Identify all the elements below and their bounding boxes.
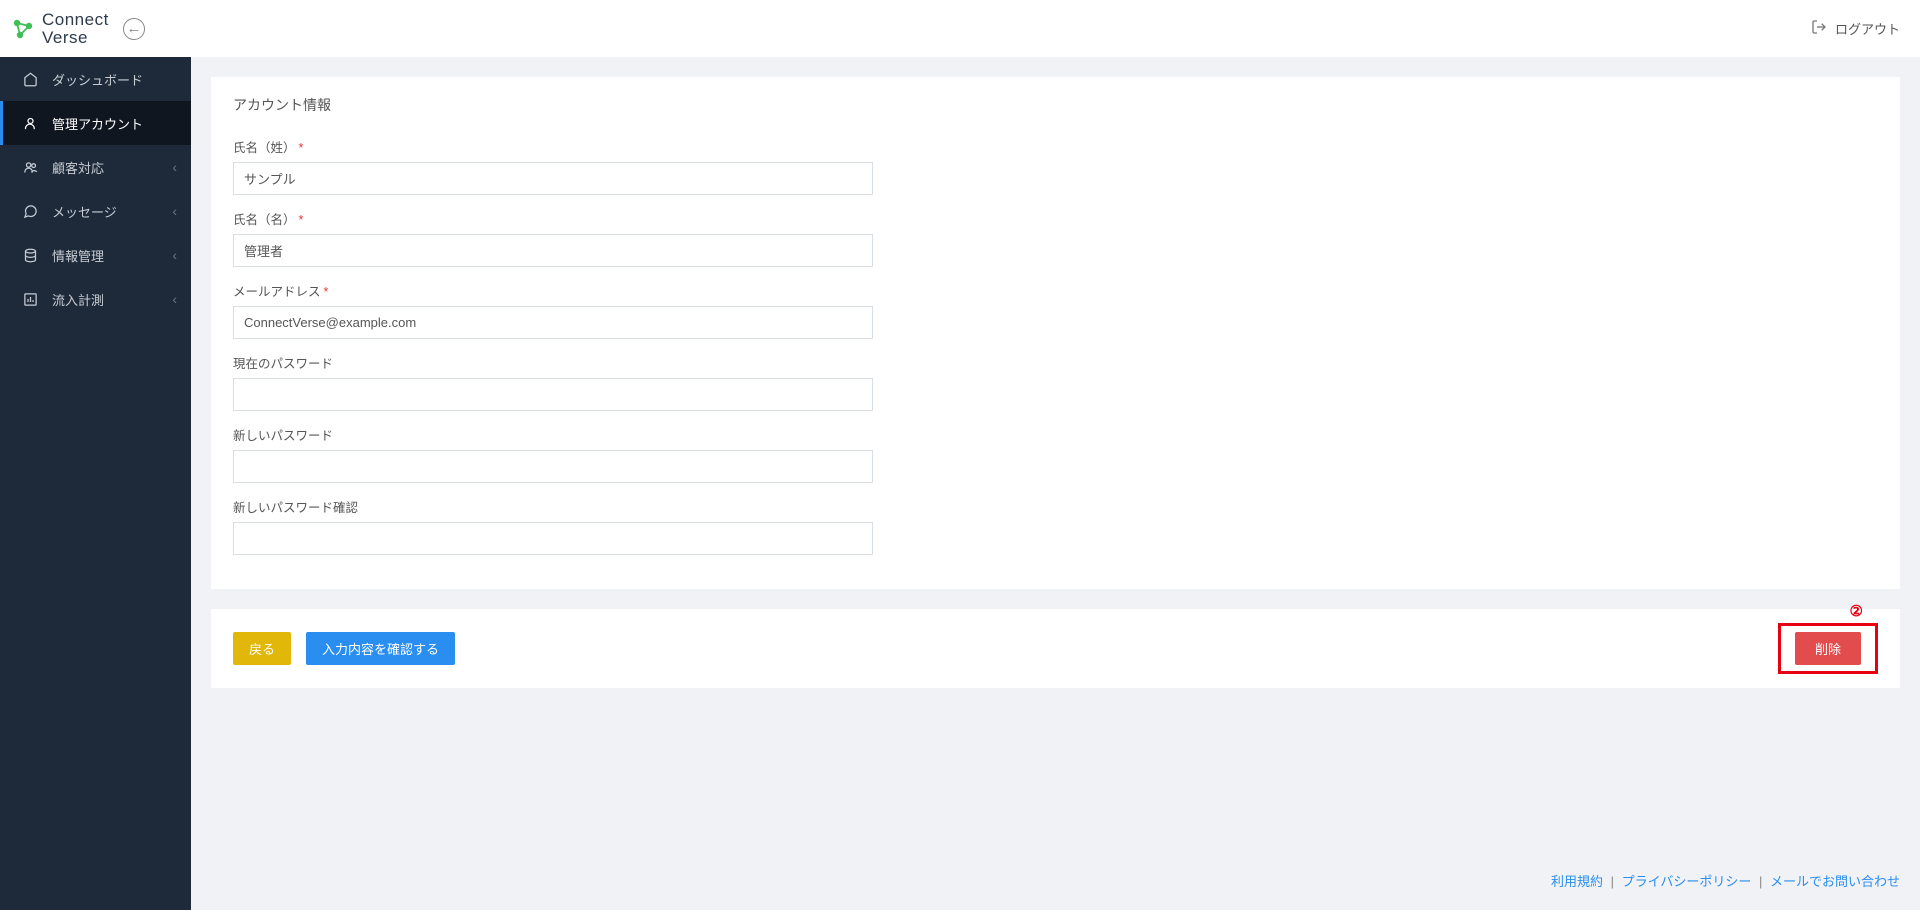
logout-label: ログアウト <box>1835 19 1900 38</box>
field-label: メールアドレス* <box>233 281 1878 300</box>
last-name-input[interactable] <box>233 162 873 195</box>
field-label: 氏名（姓）* <box>233 137 1878 156</box>
annotation-number: ② <box>1850 602 1863 620</box>
chevron-left-icon: ‹ <box>172 159 177 175</box>
footer-contact-link[interactable]: メールでお問い合わせ <box>1770 874 1900 889</box>
chat-icon <box>22 204 38 219</box>
logo-icon <box>10 16 36 42</box>
database-icon <box>22 248 38 263</box>
field-label: 新しいパスワード <box>233 425 1878 444</box>
logo[interactable]: Connect Verse <box>10 11 109 47</box>
back-button[interactable]: 戻る <box>233 632 291 665</box>
field-last-name: 氏名（姓）* <box>233 137 1878 195</box>
email-input[interactable] <box>233 306 873 339</box>
first-name-input[interactable] <box>233 234 873 267</box>
sidebar-item-label: 顧客対応 <box>52 158 172 177</box>
footer: 利用規約 | プライバシーポリシー | メールでお問い合わせ <box>211 861 1900 910</box>
sidebar-item-label: 流入計測 <box>52 290 172 309</box>
delete-button[interactable]: 削除 <box>1795 632 1861 665</box>
chevron-left-icon: ‹ <box>172 203 177 219</box>
sidebar-item-admin-account[interactable]: 管理アカウント <box>0 101 191 145</box>
sidebar-item-label: 管理アカウント <box>52 114 177 133</box>
field-new-password-confirm: 新しいパスワード確認 <box>233 497 1878 555</box>
chevron-left-icon: ‹ <box>172 291 177 307</box>
user-icon <box>22 116 38 131</box>
annotation-highlight: ② 削除 <box>1778 623 1878 674</box>
field-label: 新しいパスワード確認 <box>233 497 1878 516</box>
sidebar: ダッシュボード 管理アカウント 顧客対応 ‹ メッセージ ‹ 情 <box>0 57 191 910</box>
account-info-card: アカウント情報 氏名（姓）* 氏名（名）* メールアドレス* <box>211 77 1900 589</box>
field-new-password: 新しいパスワード <box>233 425 1878 483</box>
new-password-input[interactable] <box>233 450 873 483</box>
field-current-password: 現在のパスワード <box>233 353 1878 411</box>
sidebar-item-dashboard[interactable]: ダッシュボード <box>0 57 191 101</box>
sidebar-item-info[interactable]: 情報管理 ‹ <box>0 233 191 277</box>
field-email: メールアドレス* <box>233 281 1878 339</box>
chevron-left-icon: ‹ <box>172 247 177 263</box>
new-password-confirm-input[interactable] <box>233 522 873 555</box>
action-bar: 戻る 入力内容を確認する ② 削除 <box>211 609 1900 688</box>
back-button[interactable]: ← <box>123 18 145 40</box>
field-label: 氏名（名）* <box>233 209 1878 228</box>
logout-icon <box>1811 19 1827 38</box>
sidebar-item-label: ダッシュボード <box>52 70 177 89</box>
current-password-input[interactable] <box>233 378 873 411</box>
footer-privacy-link[interactable]: プライバシーポリシー <box>1622 874 1752 889</box>
sidebar-item-analytics[interactable]: 流入計測 ‹ <box>0 277 191 321</box>
sidebar-item-customer[interactable]: 顧客対応 ‹ <box>0 145 191 189</box>
header: Connect Verse ← ログアウト <box>0 0 1920 57</box>
arrow-left-icon: ← <box>126 20 141 37</box>
sidebar-item-label: 情報管理 <box>52 246 172 265</box>
field-first-name: 氏名（名）* <box>233 209 1878 267</box>
home-icon <box>22 72 38 87</box>
card-title: アカウント情報 <box>233 95 1878 115</box>
sidebar-item-label: メッセージ <box>52 202 172 221</box>
main-content: アカウント情報 氏名（姓）* 氏名（名）* メールアドレス* <box>191 57 1920 910</box>
sidebar-item-message[interactable]: メッセージ ‹ <box>0 189 191 233</box>
footer-terms-link[interactable]: 利用規約 <box>1551 874 1603 889</box>
confirm-button[interactable]: 入力内容を確認する <box>306 632 455 665</box>
chart-icon <box>22 292 38 307</box>
field-label: 現在のパスワード <box>233 353 1878 372</box>
users-icon <box>22 160 38 175</box>
logout-button[interactable]: ログアウト <box>1811 19 1900 38</box>
logo-text: Connect Verse <box>42 11 109 47</box>
